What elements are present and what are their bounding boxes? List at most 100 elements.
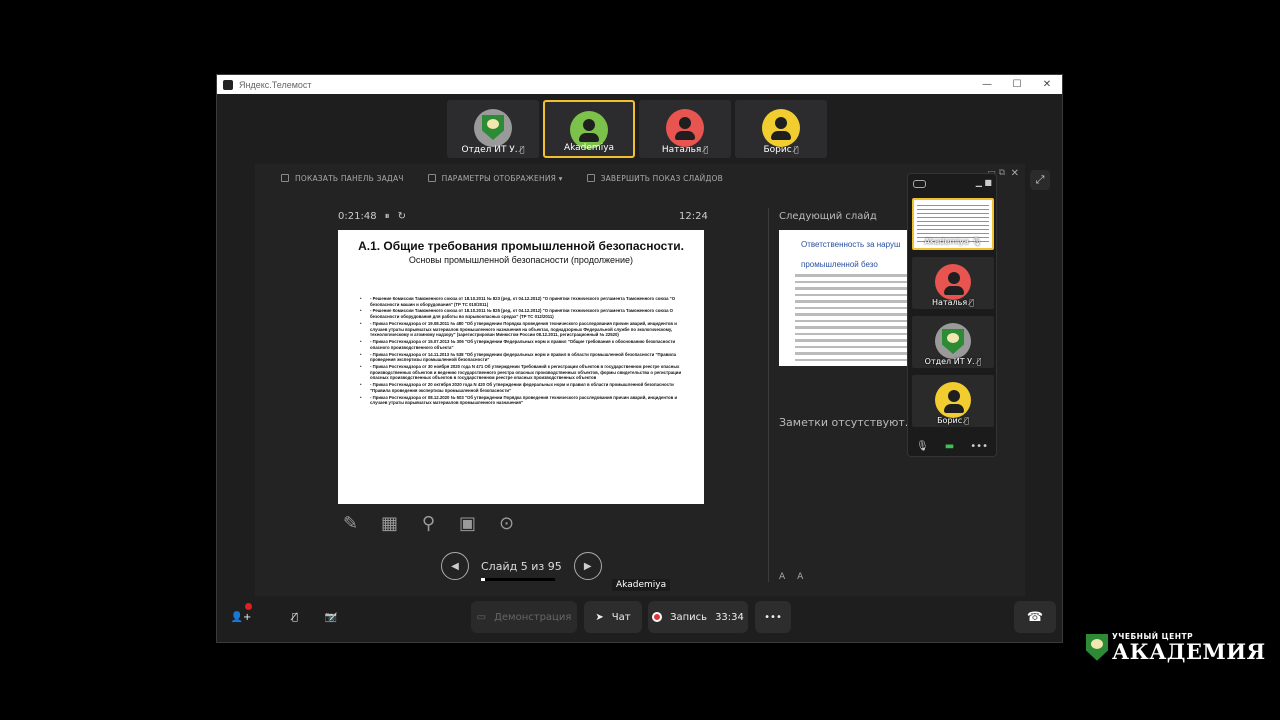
app-icon (223, 79, 233, 90)
avatar (474, 109, 512, 147)
participant-tile[interactable]: Наталья 🎙̸ (639, 100, 731, 158)
next-slide-title-2: промышленной безо (801, 260, 878, 269)
send-icon: ➤ (595, 611, 604, 623)
screen-icon: ▭ (476, 611, 487, 623)
reset-icon[interactable]: ↻ (398, 211, 406, 222)
participant-name: Наталья (661, 145, 702, 155)
display-settings-label: ПАРАМЕТРЫ ОТОБРАЖЕНИЯ ▾ (441, 173, 563, 183)
participant-tile[interactable]: Борис 🎙̸ (735, 100, 827, 158)
participant-name: Отдел ИТ У. (461, 145, 518, 155)
academy-logo: УЧЕБНЫЙ ЦЕНТР АКАДЕМИЯ (1086, 633, 1266, 662)
mic-off-icon: 🎙̸ (793, 145, 799, 154)
mic-off-icon: 🎙̸ (976, 357, 982, 366)
zoom-icon[interactable]: ⚲ (416, 511, 441, 536)
shield-logo-icon (482, 115, 504, 140)
mini-participants-panel: ▁ ■ Akademiya 🎙 Наталья 🎙̸ Отдел ИТ У. 🎙̸ … (907, 173, 997, 457)
previous-slide-button[interactable]: ◀ (441, 552, 469, 580)
microphone-icon[interactable]: 🎙 (916, 441, 929, 452)
hang-up-button[interactable]: ☎ (1014, 601, 1056, 633)
fullscreen-icon[interactable]: ⤢ (1030, 170, 1050, 190)
demonstration-button[interactable]: ▭ Демонстрация (471, 601, 577, 633)
record-time: 33:34 (715, 611, 744, 623)
avatar (762, 109, 800, 147)
mini-tile[interactable]: Борис 🎙̸ (912, 375, 994, 427)
slide-list-item: - Приказ Ростехнадзора от 14.11.2013 № 5… (360, 352, 688, 363)
taskbar-icon (281, 174, 289, 182)
next-slide-button[interactable]: ▶ (573, 552, 602, 580)
mini-tile-screen[interactable]: Akademiya 🎙 (912, 198, 994, 250)
participant-tile-active[interactable]: Akademiya (543, 100, 635, 158)
mini-tile[interactable]: Наталья 🎙̸ (912, 257, 994, 309)
more-options-icon[interactable]: ⊙ (494, 511, 519, 536)
participant-name: Отдел ИТ У. (924, 357, 975, 366)
font-size-controls: A A (779, 572, 803, 582)
demonstration-label: Демонстрация (494, 611, 572, 623)
camera-button[interactable]: 📷̸ (314, 601, 348, 633)
screen-icon[interactable]: ▣ (455, 511, 480, 536)
mini-tile[interactable]: Отдел ИТ У. 🎙̸ (912, 316, 994, 368)
mic-off-icon: 🎙̸ (964, 416, 969, 425)
shield-logo-icon (942, 329, 964, 354)
mute-button[interactable]: 🎙̸ (278, 601, 312, 633)
slide-navigation: ◀ Слайд 5 из 95 ▶ (441, 552, 602, 581)
mini-panel-header: ▁ ■ (908, 174, 996, 196)
all-slides-icon[interactable]: ▦ (377, 511, 402, 536)
window-controls: — ☐ ✕ (972, 75, 1062, 94)
participant-name: Борис (763, 145, 792, 155)
divider (768, 208, 769, 582)
participant-name: Борис (937, 416, 963, 425)
close-button[interactable]: ✕ (1032, 75, 1062, 94)
chat-label: Чат (611, 611, 631, 623)
camera-off-icon: 📷̸ (324, 611, 338, 623)
add-user-icon: 👤+ (230, 611, 252, 623)
mic-on-icon: 🎙 (971, 237, 982, 246)
end-slideshow-label: ЗАВЕРШИТЬ ПОКАЗ СЛАЙДОВ (600, 173, 723, 183)
slide-list-item: - Приказ Ростехнадзора от 08.12.2020 № 5… (360, 395, 688, 406)
elapsed-timer: 0:21:48 ⏸ ↻ (338, 211, 406, 222)
slide-list-item: - Приказ Ростехнадзора от 30 ноября 2020… (360, 364, 688, 381)
slide-subtitle: Основы промышленной безопасности (продол… (408, 255, 634, 265)
avatar (935, 323, 971, 359)
more-icon[interactable]: ••• (970, 441, 988, 452)
gamepad-icon[interactable] (913, 180, 926, 188)
record-button[interactable]: Запись 33:34 (648, 601, 748, 633)
display-settings-button[interactable]: ПАРАМЕТРЫ ОТОБРАЖЕНИЯ ▾ (427, 173, 563, 183)
participant-tile[interactable]: Отдел ИТ У. 🎙̸ (447, 100, 539, 158)
add-participant-button[interactable]: 👤+ (224, 601, 258, 633)
avatar (935, 382, 971, 418)
chat-button[interactable]: ➤ Чат (584, 601, 642, 633)
minimize-button[interactable]: — (972, 75, 1002, 94)
more-options-button[interactable]: ••• (755, 601, 791, 633)
elapsed-time: 0:21:48 (338, 211, 377, 222)
decrease-font-button[interactable]: A (797, 572, 803, 582)
mini-panel-controls: 🎙 ▬ ••• (908, 441, 996, 452)
notification-badge (245, 603, 252, 610)
slide-tools: ✎ ▦ ⚲ ▣ ⊙ (338, 511, 519, 536)
mini-window-controls[interactable]: ▁ ■ (976, 178, 992, 187)
show-taskbar-button[interactable]: ПОКАЗАТЬ ПАНЕЛЬ ЗАДАЧ (281, 174, 404, 183)
maximize-button[interactable]: ☐ (1002, 75, 1032, 94)
close-presenter-icon[interactable]: ✕ (1011, 168, 1019, 179)
pause-icon[interactable]: ⏸ (385, 211, 390, 222)
next-slide-title: Ответственность за наруш (801, 240, 901, 249)
mic-off-icon: 🎙̸ (703, 145, 709, 154)
increase-font-button[interactable]: A (779, 572, 785, 582)
title-bar: Яндекс.Телемост — ☐ ✕ (217, 75, 1062, 94)
participants-strip: Отдел ИТ У. 🎙̸ Akademiya Наталья 🎙̸ Борис 🎙… (447, 100, 827, 158)
record-label: Запись (670, 611, 708, 623)
mic-off-icon: 🎙̸ (519, 145, 525, 154)
participant-name: Akademiya (924, 237, 969, 246)
slide-list-item: - Решение Комиссии Таможенного союза от … (360, 308, 688, 319)
slide-title: А.1. Общие требования промышленной безоп… (358, 239, 684, 253)
slide-list-item: - Приказ Ростехнадзора от 19.08.2011 № 4… (360, 321, 688, 338)
slide-counter: Слайд 5 из 95 (481, 559, 562, 581)
slide-list-item: - Приказ Ростехнадзора от 20 октября 202… (360, 382, 688, 393)
phone-hangup-icon: ☎ (1026, 609, 1044, 625)
slide-list-item: - Решение Комиссии Таможенного союза от … (360, 296, 688, 307)
end-slideshow-button[interactable]: ЗАВЕРШИТЬ ПОКАЗ СЛАЙДОВ (586, 173, 723, 183)
slide-counter-label: Слайд 5 из 95 (481, 559, 562, 573)
slide-list: - Решение Комиссии Таможенного союза от … (360, 296, 688, 406)
pen-icon[interactable]: ✎ (338, 511, 363, 536)
clock: 12:24 (679, 211, 708, 222)
screen-share-icon[interactable]: ▬ (945, 441, 954, 452)
